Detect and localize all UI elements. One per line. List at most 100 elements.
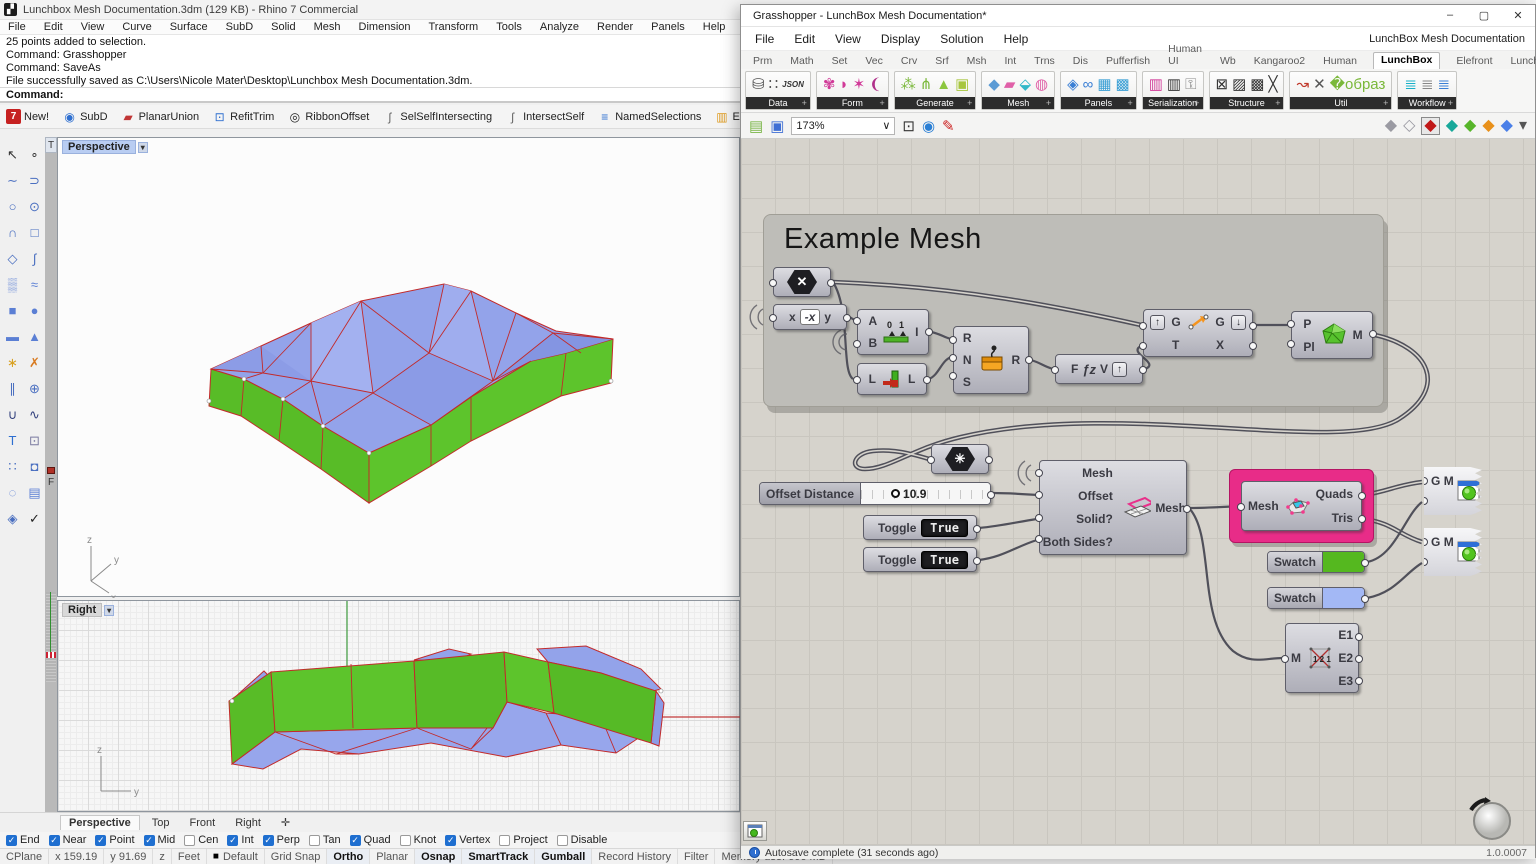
status-default[interactable]: Default xyxy=(207,849,265,864)
rhino-menu-mesh[interactable]: Mesh xyxy=(314,21,341,33)
rhino-menu-curve[interactable]: Curve xyxy=(122,21,151,33)
array-icon[interactable]: ∷ xyxy=(2,454,23,479)
rhino-menu-solid[interactable]: Solid xyxy=(271,21,295,33)
osnap-checkbox[interactable] xyxy=(445,835,456,846)
gem-dropdown-caret[interactable]: ▾ xyxy=(1519,118,1527,134)
output-port[interactable] xyxy=(923,376,931,384)
zoom-extents-icon[interactable]: ⊡ xyxy=(902,117,915,135)
gem-blue-icon[interactable]: ◆ xyxy=(1501,118,1513,134)
input-port[interactable] xyxy=(769,279,777,287)
gh-tab-elefront[interactable]: Elefront xyxy=(1454,54,1494,69)
viewport-tab-perspective[interactable]: Perspective xyxy=(60,815,140,830)
status-smarttrack[interactable]: SmartTrack xyxy=(462,849,535,864)
status-z[interactable]: z xyxy=(153,849,172,864)
input-a-port[interactable] xyxy=(853,317,861,325)
viewport-tab-top[interactable]: Top xyxy=(144,816,178,830)
gh-tab-math[interactable]: Math xyxy=(788,54,815,69)
gh-menu-view[interactable]: View xyxy=(835,32,861,46)
boolean-toggle-bothsides[interactable]: Toggle True xyxy=(863,547,977,572)
osnap-checkbox[interactable] xyxy=(350,835,361,846)
json-icon[interactable]: JSON xyxy=(782,77,804,92)
osnap-checkbox[interactable] xyxy=(400,835,411,846)
expression-component[interactable]: ✕ xyxy=(773,267,831,297)
toggle-value[interactable]: True xyxy=(921,519,968,537)
input-solid-port[interactable] xyxy=(1035,514,1043,522)
viewport-tab-✛[interactable]: ✛ xyxy=(273,815,298,830)
swatch-color-blue[interactable] xyxy=(1323,588,1364,608)
gh-menu-edit[interactable]: Edit xyxy=(794,32,815,46)
star-form-icon[interactable]: ✾ xyxy=(823,77,836,92)
input-port[interactable] xyxy=(927,456,935,464)
flatten-down-icon[interactable]: ↓ xyxy=(1231,315,1246,330)
osnap-perp[interactable]: Perp xyxy=(263,834,300,846)
toolbar-item-refittrim[interactable]: ⊡RefitTrim xyxy=(212,109,274,124)
osnap-vertex[interactable]: Vertex xyxy=(445,834,490,846)
rhino-menu-help[interactable]: Help xyxy=(703,21,726,33)
input-g-port[interactable] xyxy=(1139,322,1147,330)
close-button[interactable]: ✕ xyxy=(1501,9,1535,22)
graft-up-icon[interactable]: ↑ xyxy=(1150,315,1165,330)
space-frame-icon[interactable]: ▩ xyxy=(1250,77,1264,92)
swatch-blue-component[interactable]: Swatch xyxy=(1267,587,1365,609)
rhino-command-prompt[interactable]: Command: xyxy=(0,87,740,103)
output-port[interactable] xyxy=(827,279,835,287)
input-m-port[interactable] xyxy=(1281,655,1289,663)
box-icon[interactable]: ■ xyxy=(2,298,23,323)
osnap-mid[interactable]: Mid xyxy=(144,834,176,846)
point-icon[interactable]: ∘ xyxy=(24,142,45,167)
osnap-end[interactable]: End xyxy=(6,834,40,846)
osnap-cen[interactable]: Cen xyxy=(184,834,218,846)
toggle-value[interactable]: True xyxy=(921,551,968,569)
mesh-offset-component[interactable]: Mesh Offset Solid? Both Sides? Mesh xyxy=(1039,460,1187,555)
input-port[interactable] xyxy=(853,376,861,384)
output-port[interactable] xyxy=(1361,559,1369,567)
input-pl-port[interactable] xyxy=(1287,340,1295,348)
gh-canvas[interactable]: Example Mesh ✕ x -x y xyxy=(741,139,1535,845)
output-tris-port[interactable] xyxy=(1358,515,1366,523)
status-grid-snap[interactable]: Grid Snap xyxy=(265,849,328,864)
extrude-icon[interactable]: ▲ xyxy=(24,324,45,349)
blend-icon[interactable]: ∿ xyxy=(24,402,45,427)
trim-icon[interactable]: ✗ xyxy=(24,350,45,375)
truss-icon[interactable]: ⊠ xyxy=(1216,77,1229,92)
viewport-tab-right[interactable]: Right xyxy=(227,816,269,830)
input-n-port[interactable] xyxy=(949,354,957,362)
custom-preview-component-1[interactable]: G M xyxy=(1424,467,1482,515)
layers-gray-icon[interactable]: ≣ xyxy=(1421,77,1434,92)
gh-tab-dis[interactable]: Dis xyxy=(1071,54,1090,69)
list-length-component[interactable]: L L xyxy=(857,363,927,395)
gh-tab-human[interactable]: Human xyxy=(1321,54,1359,69)
sweep-icon[interactable]: ≈ xyxy=(24,272,45,297)
mesh-sheet-icon[interactable]: ▰ xyxy=(1004,77,1016,92)
osnap-checkbox[interactable] xyxy=(6,835,17,846)
explode-icon[interactable]: ∗ xyxy=(2,350,23,375)
polygon-icon[interactable]: ◇ xyxy=(2,246,23,271)
gh-tab-prm[interactable]: Prm xyxy=(751,54,774,69)
osnap-point[interactable]: Point xyxy=(95,834,134,846)
rhino-menu-analyze[interactable]: Analyze xyxy=(540,21,579,33)
paint-canvas-icon[interactable]: ✎ xyxy=(942,117,955,135)
input-b-port[interactable] xyxy=(853,340,861,348)
group-icon[interactable]: ◈ xyxy=(2,506,23,531)
input-r-port[interactable] xyxy=(949,336,957,344)
preview-off-gem-icon[interactable]: ◆ xyxy=(1385,118,1397,134)
input-s-port[interactable] xyxy=(949,372,957,380)
copy-icon[interactable]: ⊡ xyxy=(24,428,45,453)
status-record-history[interactable]: Record History xyxy=(592,849,678,864)
maximize-button[interactable]: ▢ xyxy=(1467,9,1501,22)
output-e2-port[interactable] xyxy=(1355,655,1363,663)
output-port[interactable] xyxy=(973,525,981,533)
gh-menu-solution[interactable]: Solution xyxy=(940,32,983,46)
cylinder-icon[interactable]: ▬ xyxy=(2,324,23,349)
toolbar-item-intersectself[interactable]: ʃIntersectSelf xyxy=(505,109,584,124)
status-gumball[interactable]: Gumball xyxy=(535,849,592,864)
panel-tab-f[interactable]: F xyxy=(45,475,57,491)
status-planar[interactable]: Planar xyxy=(370,849,415,864)
delaunay-mesh-component[interactable]: P Pl M xyxy=(1291,311,1373,359)
output-port[interactable] xyxy=(987,491,995,499)
quads-tris-component[interactable]: Mesh Quads Tris xyxy=(1241,481,1362,531)
relax-mesh-icon[interactable]: ✕ xyxy=(1313,77,1326,92)
gh-tab-kangaroo2[interactable]: Kangaroo2 xyxy=(1252,54,1307,69)
curve-icon[interactable]: ∼ xyxy=(2,168,23,193)
tri-grid-icon[interactable]: ▩ xyxy=(1116,77,1130,92)
